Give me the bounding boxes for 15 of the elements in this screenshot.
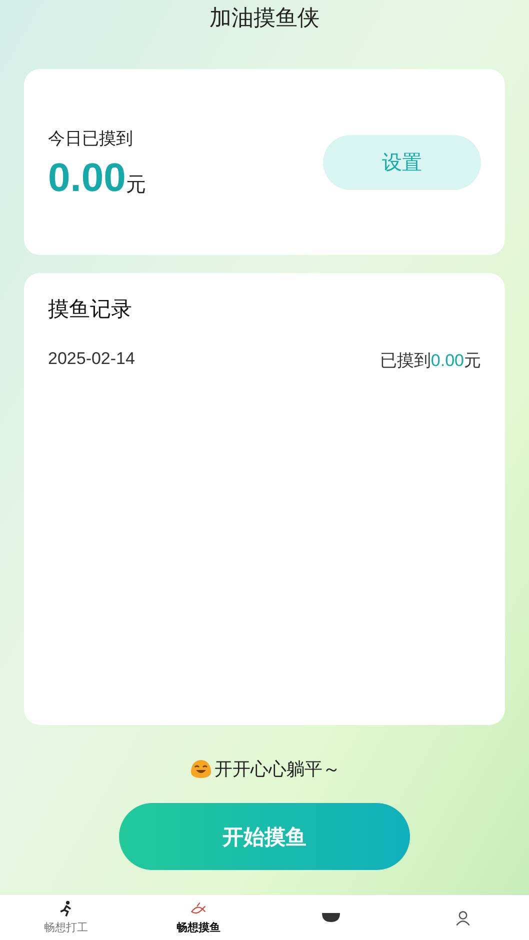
today-amount: 0.00: [48, 156, 126, 201]
start-button[interactable]: 开始摸鱼: [119, 803, 410, 870]
page-title: 加油摸鱼侠: [208, 5, 320, 33]
record-amount: 已摸到0.00元: [380, 350, 481, 372]
tab[interactable]: 畅想摸鱼: [132, 895, 264, 940]
mood-text: 开开心心躺平～: [214, 758, 340, 781]
records-title: 摸鱼记录: [48, 296, 133, 323]
person-icon: [454, 908, 472, 926]
smiley-icon: [188, 757, 212, 781]
tab[interactable]: 畅想打工: [0, 895, 132, 940]
settings-button[interactable]: 设置: [323, 134, 481, 190]
currency-unit: 元: [126, 171, 146, 198]
today-label: 今日已摸到: [48, 128, 134, 150]
bowl-icon: [322, 913, 340, 922]
record-date: 2025-02-14: [48, 349, 135, 370]
